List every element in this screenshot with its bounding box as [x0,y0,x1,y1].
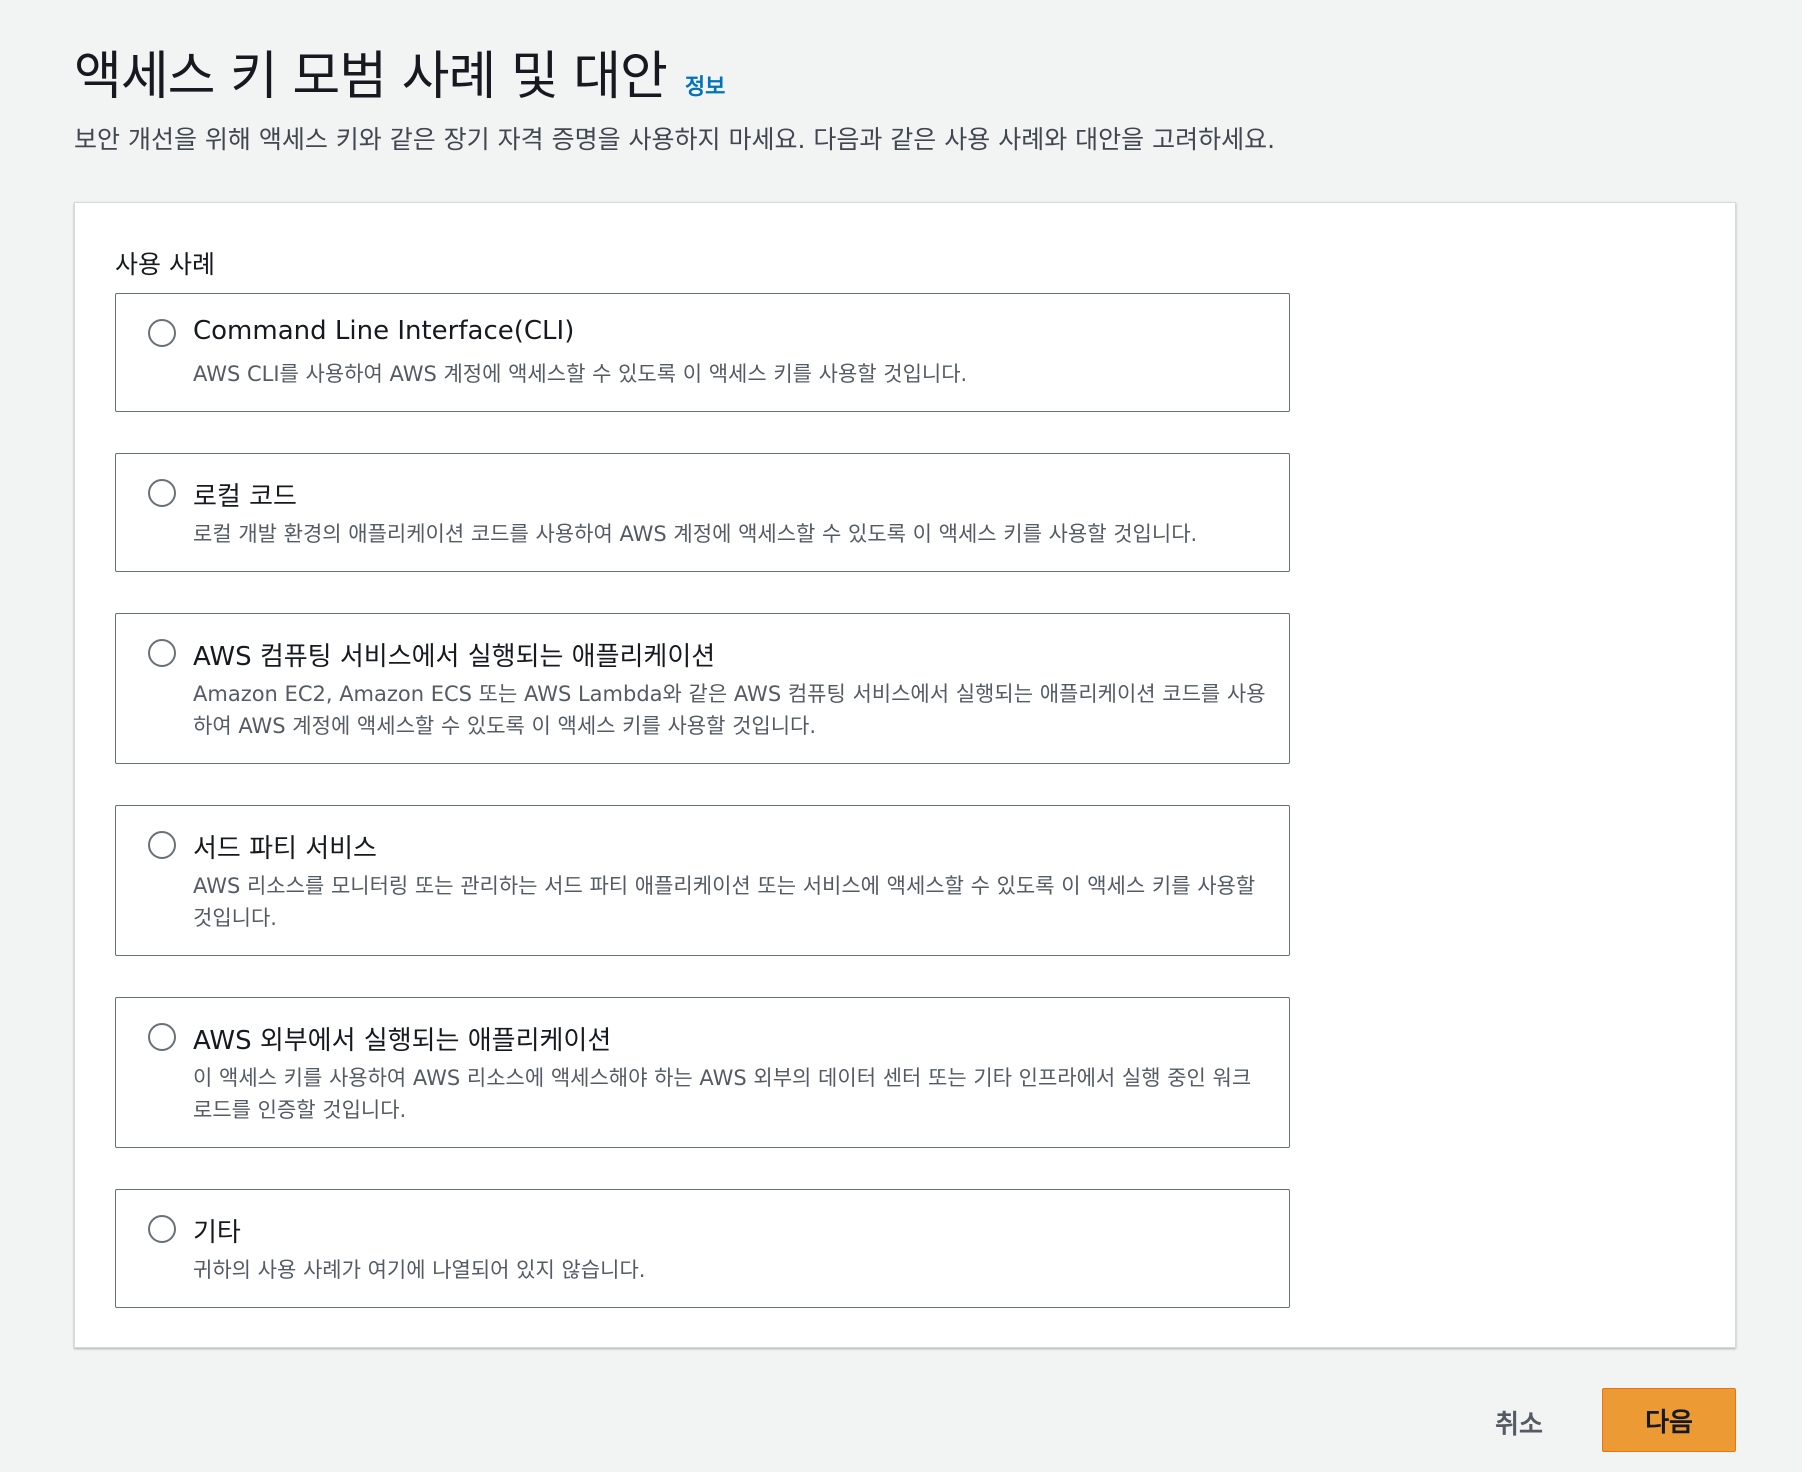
option-description: 로컬 개발 환경의 애플리케이션 코드를 사용하여 AWS 계정에 액세스할 수… [193,522,1198,546]
option-aws-compute[interactable]: AWS 컴퓨팅 서비스에서 실행되는 애플리케이션 Amazon EC2, Am… [115,613,1290,764]
option-local-code[interactable]: 로컬 코드 로컬 개발 환경의 애플리케이션 코드를 사용하여 AWS 계정에 … [115,453,1290,572]
cancel-button[interactable]: 취소 [1454,1390,1584,1454]
page-header: 액세스 키 모범 사례 및 대안 정보 [74,34,725,109]
radio-button[interactable] [148,479,176,507]
option-description: AWS CLI를 사용하여 AWS 계정에 액세스할 수 있도록 이 액세스 키… [193,362,968,386]
option-description: 이 액세스 키를 사용하여 AWS 리소스에 액세스해야 하는 AWS 외부의 … [193,1066,1252,1122]
option-other[interactable]: 기타 귀하의 사용 사례가 여기에 나열되어 있지 않습니다. [115,1189,1290,1308]
option-title: 기타 [193,1218,241,1248]
option-cli[interactable]: Command Line Interface(CLI) AWS CLI를 사용하… [115,293,1290,412]
option-description: Amazon EC2, Amazon ECS 또는 AWS Lambda와 같은… [193,682,1266,738]
radio-button[interactable] [148,639,176,667]
use-case-label: 사용 사례 [115,250,215,279]
option-title: 로컬 코드 [193,482,297,512]
info-link[interactable]: 정보 [685,69,725,101]
option-third-party[interactable]: 서드 파티 서비스 AWS 리소스를 모니터링 또는 관리하는 서드 파티 애플… [115,805,1290,956]
option-title: 서드 파티 서비스 [193,834,377,864]
use-case-card: 사용 사례 Command Line Interface(CLI) AWS CL… [74,202,1736,1348]
option-title: Command Line Interface(CLI) [193,316,575,346]
option-title: AWS 외부에서 실행되는 애플리케이션 [193,1026,612,1056]
radio-button[interactable] [148,831,176,859]
page: 액세스 키 모범 사례 및 대안 정보 보안 개선을 위해 액세스 키와 같은 … [74,0,1736,1472]
option-title: AWS 컴퓨팅 서비스에서 실행되는 애플리케이션 [193,642,716,672]
radio-button[interactable] [148,319,176,347]
option-outside-aws[interactable]: AWS 외부에서 실행되는 애플리케이션 이 액세스 키를 사용하여 AWS 리… [115,997,1290,1148]
page-subtitle: 보안 개선을 위해 액세스 키와 같은 장기 자격 증명을 사용하지 마세요. … [74,125,1276,154]
page-title: 액세스 키 모범 사례 및 대안 [74,47,668,107]
radio-button[interactable] [148,1215,176,1243]
next-button[interactable]: 다음 [1602,1388,1736,1452]
option-description: AWS 리소스를 모니터링 또는 관리하는 서드 파티 애플리케이션 또는 서비… [193,874,1256,930]
radio-button[interactable] [148,1023,176,1051]
option-description: 귀하의 사용 사례가 여기에 나열되어 있지 않습니다. [193,1258,646,1282]
